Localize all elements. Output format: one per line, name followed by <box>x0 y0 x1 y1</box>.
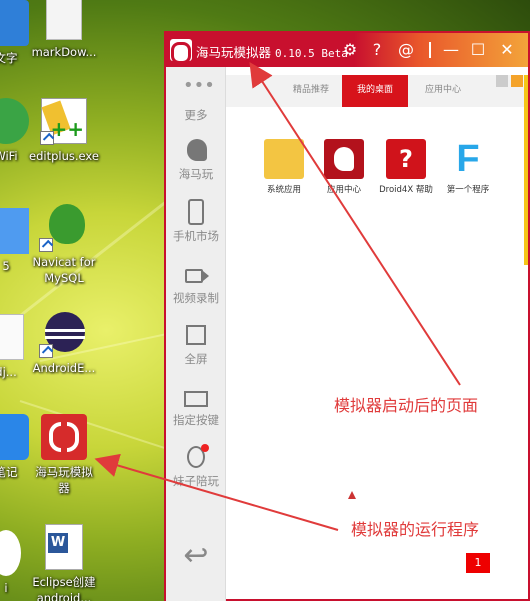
app-center[interactable]: 应用中心 <box>309 139 379 195</box>
help-icon[interactable]: ? <box>366 39 388 61</box>
desktop-icon[interactable]: markDow... <box>28 0 100 60</box>
file-icon <box>0 314 24 360</box>
sidebar-item-phone-market[interactable]: 手机市场 <box>166 199 226 244</box>
keyboard-icon <box>183 383 209 409</box>
desktop-icon[interactable]: Navicat for MySQL <box>28 204 100 286</box>
notification-badge[interactable]: 1 <box>466 553 490 573</box>
girl-avatar-icon <box>183 444 209 470</box>
edge-strip <box>524 75 528 265</box>
haimawan-icon <box>41 414 87 460</box>
annotation-page-label: 模拟器启动后的页面 <box>334 396 479 415</box>
maximize-button[interactable]: ☐ <box>467 39 489 61</box>
blue-app-icon <box>0 208 29 254</box>
back-button[interactable]: ↩ <box>166 538 226 573</box>
video-camera-icon <box>183 261 209 287</box>
title-bar[interactable]: 海马玩模拟器 0.10.5 Beta ⚙ ? @ — ☐ ✕ <box>166 33 528 67</box>
settings-gear-icon[interactable]: ⚙ <box>339 39 361 61</box>
separator <box>429 42 431 58</box>
sidebar-item-video-record[interactable]: 视频录制 <box>166 261 226 306</box>
tab-bar: 精品推荐 我的桌面 应用中心 <box>226 75 528 107</box>
more-dots-icon: ••• <box>183 75 215 96</box>
help-icon: ? <box>386 139 426 179</box>
emulator-sidebar: ••• 更多 海马玩 手机市场 视频录制 全屏 指定按键 妹子陪玩 ↩ <box>166 67 226 601</box>
desktop-icon[interactable]: ++ editplus.exe <box>28 98 100 164</box>
word-doc-icon: W <box>45 524 83 570</box>
desktop-icon[interactable]: W Eclipse创建 android... <box>28 524 100 601</box>
sidebar-item-more[interactable]: ••• 更多 <box>166 75 226 123</box>
tab-featured[interactable]: 精品推荐 <box>274 75 348 107</box>
window-title: 海马玩模拟器 <box>196 45 272 60</box>
file-icon <box>46 0 82 40</box>
tab-my-desktop[interactable]: 我的桌面 <box>342 75 408 107</box>
version-label: 0.10.5 Beta <box>275 47 348 60</box>
haimawan-logo-icon <box>170 39 192 64</box>
eclipse-icon <box>39 310 87 358</box>
app-first-program[interactable]: F 第一个程序 <box>433 139 503 195</box>
sidebar-item-fullscreen[interactable]: 全屏 <box>166 322 226 367</box>
sidebar-item-keymap[interactable]: 指定按键 <box>166 383 226 428</box>
close-button[interactable]: ✕ <box>496 39 518 61</box>
app-center-icon <box>324 139 364 179</box>
desktop-icon[interactable]: AndroidE... <box>28 310 100 376</box>
fullscreen-icon <box>183 322 209 348</box>
folder-icon <box>264 139 304 179</box>
mail-icon[interactable] <box>511 75 523 87</box>
note-app-icon <box>0 414 29 460</box>
sidebar-item-companion[interactable]: 妹子陪玩 <box>166 444 226 489</box>
seahorse-icon <box>183 137 209 163</box>
app-help[interactable]: ? Droid4X 帮助 <box>371 139 441 195</box>
haimawan-desktop-icon[interactable]: 海马玩模拟 器 <box>28 414 100 496</box>
sidebar-item-haimawan[interactable]: 海马玩 <box>166 137 226 182</box>
blue-doc-icon <box>0 0 29 46</box>
chat-app-icon <box>0 530 21 576</box>
cursor-mark <box>348 491 356 499</box>
annotation-program-label: 模拟器的运行程序 <box>351 520 480 539</box>
wifi-app-icon <box>0 98 29 144</box>
tab-app-center[interactable]: 应用中心 <box>410 75 476 107</box>
editplus-icon: ++ <box>40 98 87 145</box>
user-icon[interactable] <box>496 75 508 87</box>
navicat-icon <box>39 204 87 252</box>
account-at-icon[interactable]: @ <box>395 39 417 61</box>
f-app-icon: F <box>456 138 480 180</box>
phone-market-icon <box>183 199 209 225</box>
minimize-button[interactable]: — <box>440 39 462 61</box>
back-arrow-icon: ↩ <box>183 538 209 573</box>
